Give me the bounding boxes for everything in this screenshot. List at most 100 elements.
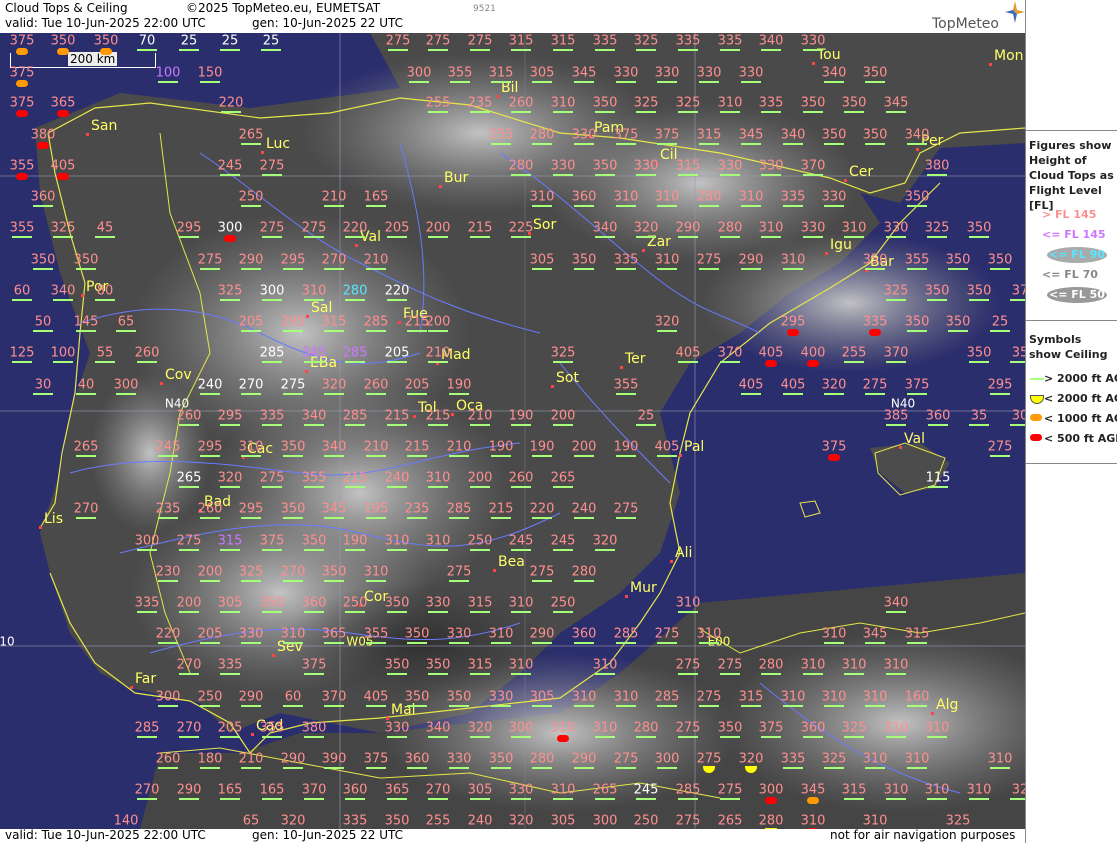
- ceiling-2000-icon: [1030, 395, 1044, 404]
- cloud-top-value: 340: [883, 595, 909, 611]
- ceiling-line: [907, 330, 927, 332]
- cloud-top-value: 365: [321, 626, 347, 642]
- city-label: Luc: [266, 136, 291, 152]
- city-marker: [160, 382, 163, 385]
- ceiling-line: [511, 174, 531, 176]
- cloud-top-value: 405: [654, 439, 680, 455]
- legend-title: Figures show Height of Cloud Tops as Fli…: [1029, 139, 1114, 212]
- cloud-top-value: 310: [550, 95, 576, 111]
- city-label: Ter: [625, 351, 646, 367]
- cloud-top-value: 325: [675, 95, 701, 111]
- ceiling-line: [699, 81, 719, 83]
- cloud-top-value: 320: [280, 813, 306, 829]
- cloud-top-value: 165: [363, 189, 389, 205]
- cloud-top-value: 270: [238, 377, 264, 393]
- satellite-map[interactable]: 200 km N40 N40 W05 E00 10 Tou Mon Bil San Pa…: [0, 33, 1025, 829]
- ceiling-line: [595, 798, 615, 800]
- ceiling-line: [553, 361, 573, 363]
- ceiling-line: [304, 736, 324, 738]
- ceiling-line: [33, 393, 53, 395]
- cloud-top-value: 340: [592, 220, 618, 236]
- cloud-top-value: 200: [571, 439, 597, 455]
- ceiling-line: [616, 143, 636, 145]
- cloud-top-value: 350: [966, 283, 992, 299]
- cloud-top-value: 295: [238, 501, 264, 517]
- ceiling-line: [470, 673, 490, 675]
- city-marker: [620, 366, 623, 369]
- cloud-top-value: 310: [738, 189, 764, 205]
- cloud-top-value: 290: [738, 252, 764, 268]
- cloud-top-value: 215: [404, 439, 430, 455]
- cloud-top-value: 335: [780, 751, 806, 767]
- ceiling-line: [699, 205, 719, 207]
- ceiling-line: [428, 424, 448, 426]
- cloud-top-value: 350: [717, 720, 743, 736]
- cloud-top-value: 310: [862, 689, 888, 705]
- ceiling-line: [678, 111, 698, 113]
- cloud-top-value: 230: [155, 564, 181, 580]
- cloud-top-value: 280: [571, 564, 597, 580]
- cloud-top-value: 320: [633, 220, 659, 236]
- ceiling-line: [844, 361, 864, 363]
- cloud-top-value: 235: [467, 95, 493, 111]
- cloud-top-value: 285: [654, 689, 680, 705]
- cloud-top-value: 195: [363, 501, 389, 517]
- ceiling-line: [574, 81, 594, 83]
- cloud-top-value: 350: [384, 657, 410, 673]
- cloud-top-value: 370: [800, 158, 826, 174]
- cloud-top-value: 190: [342, 533, 368, 549]
- cloud-top-value: 245: [217, 158, 243, 174]
- cloud-top-value: 275: [696, 751, 722, 767]
- cloud-top-value: 335: [758, 95, 784, 111]
- cloud-top-value: 285: [675, 782, 701, 798]
- ceiling-line: [345, 798, 365, 800]
- cloud-top-value: 275: [280, 377, 306, 393]
- cloud-top-value: 310: [363, 564, 389, 580]
- footer-generation-time: gen: 10-Jun-2025 22 UTC: [252, 828, 404, 842]
- cloud-top-value: 375: [259, 533, 285, 549]
- cloud-top-value: 210: [363, 439, 389, 455]
- ceiling-line: [803, 736, 823, 738]
- ceiling-line: [741, 81, 761, 83]
- ceiling-line: [824, 642, 844, 644]
- cloud-top-value: 340: [50, 283, 76, 299]
- ceiling-symbol: [765, 360, 777, 367]
- cloud-top-value: 350: [446, 689, 472, 705]
- ceiling-line: [283, 455, 303, 457]
- ceiling-line: [928, 486, 948, 488]
- ceiling-line: [470, 111, 490, 113]
- cloud-top-value: 405: [738, 377, 764, 393]
- ceiling-line: [304, 236, 324, 238]
- cloud-top-value: 350: [800, 95, 826, 111]
- cloud-top-value: 275: [301, 220, 327, 236]
- ceiling-line: [407, 767, 427, 769]
- legend-divider: [1026, 463, 1117, 464]
- city-marker: [916, 148, 919, 151]
- cloud-top-value: 350: [73, 252, 99, 268]
- cloud-top-value: 235: [404, 501, 430, 517]
- ceiling-line: [574, 705, 594, 707]
- ceiling-line: [927, 174, 947, 176]
- cloud-top-value: 310: [821, 626, 847, 642]
- ceiling-line: [990, 268, 1010, 270]
- legend-level-le-145: <= FL 145: [1042, 228, 1106, 241]
- cloud-top-value: 350: [50, 33, 76, 49]
- cloud-top-value: 335: [342, 813, 368, 829]
- ceiling-line: [783, 268, 803, 270]
- cloud-top-value: 330: [446, 626, 472, 642]
- cloud-top-value: 315: [550, 33, 576, 49]
- ceiling-line: [470, 424, 490, 426]
- ceiling-line: [387, 549, 407, 551]
- ceiling-line: [574, 455, 594, 457]
- cloud-top-value: 310: [821, 689, 847, 705]
- cloud-top-value: 290: [238, 689, 264, 705]
- ceiling-line: [990, 330, 1010, 332]
- ceiling-symbol: [869, 329, 881, 336]
- cloud-top-value: 370: [321, 689, 347, 705]
- ceiling-line: [657, 642, 677, 644]
- cloud-top-value: 275: [259, 470, 285, 486]
- cloud-top-value: 295: [780, 314, 806, 330]
- ceiling-line: [33, 330, 53, 332]
- ceiling-line: [844, 236, 864, 238]
- cloud-top-value: 60: [284, 689, 302, 705]
